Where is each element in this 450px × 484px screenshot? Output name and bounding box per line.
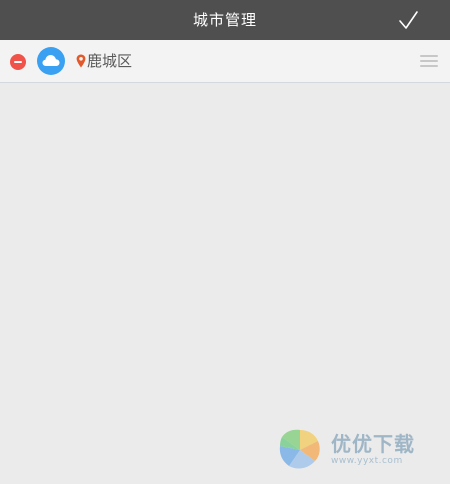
weather-badge (37, 47, 65, 75)
watermark-url: www.yyxt.com (331, 456, 403, 466)
checkmark-icon (399, 11, 418, 29)
remove-city-button[interactable] (10, 54, 26, 70)
cloud-icon (42, 55, 60, 66)
page-title: 城市管理 (192, 11, 257, 29)
watermark-text: 优优下载 (331, 432, 415, 456)
confirm-button[interactable] (396, 8, 420, 32)
map-pin-icon (76, 54, 86, 68)
city-name: 鹿城区 (87, 52, 133, 70)
city-list-item[interactable]: 鹿城区 (0, 40, 450, 83)
drag-handle-icon[interactable] (420, 55, 438, 67)
title-bar: 城市管理 (0, 0, 450, 40)
watermark-logo-icon (279, 429, 320, 469)
